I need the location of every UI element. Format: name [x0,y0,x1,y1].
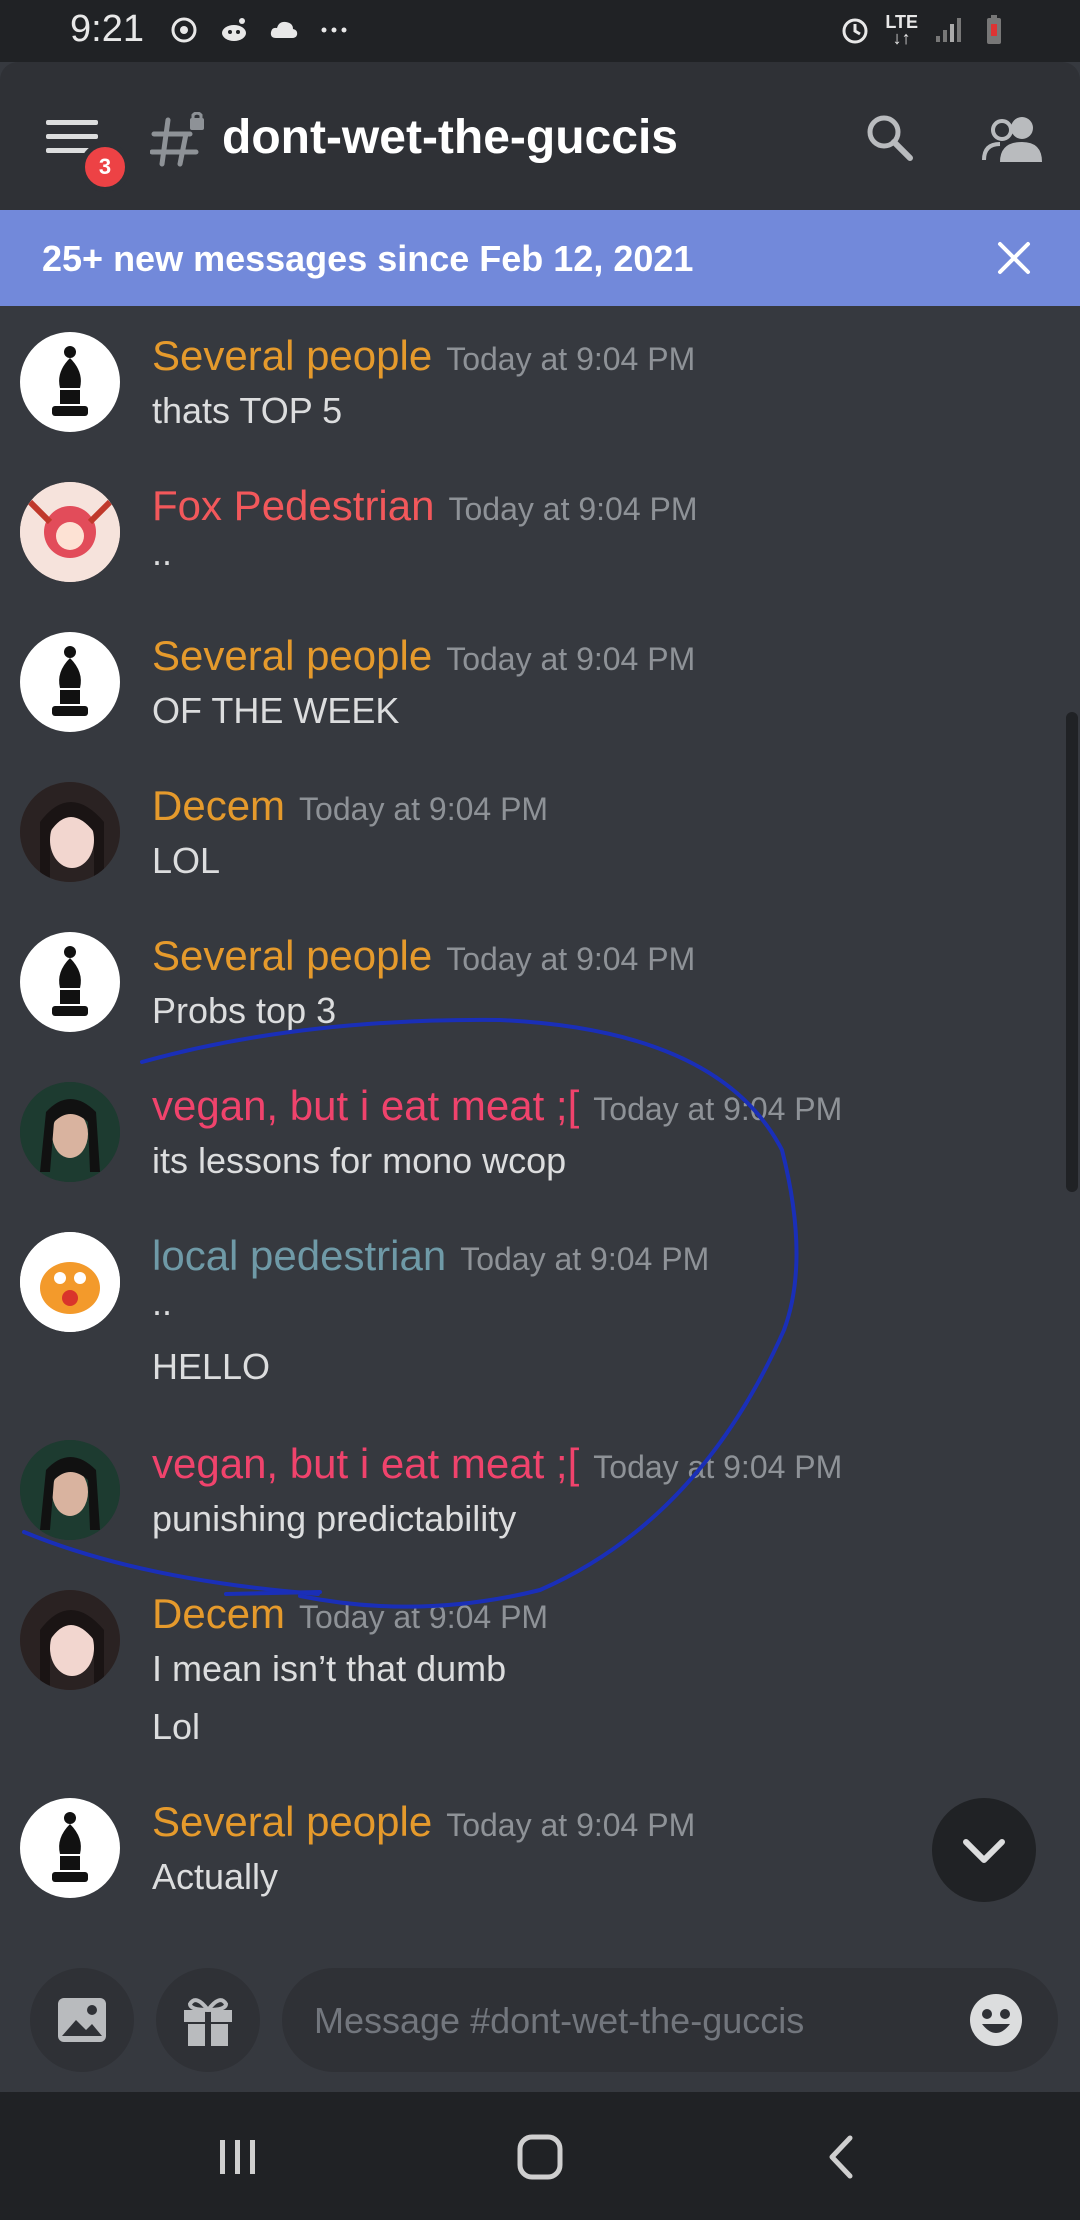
avatar[interactable] [20,632,120,732]
message-text: Probs top 3 [152,990,337,1031]
message-timestamp: Today at 9:04 PM [446,1807,696,1843]
photo-woman-avatar [20,1440,120,1540]
message-author[interactable]: local pedestrian Today at 9:04 PM [152,1232,709,1280]
chat-window: 3 dont-wet-the-guccis 25+ new messages s… [0,62,1080,2092]
avatar[interactable] [20,932,120,1032]
system-nav-bar [0,2092,1080,2220]
alarm-icon [842,18,868,44]
message-text: OF THE WEEK [152,690,400,731]
message-author[interactable]: vegan, but i eat meat ;[Today at 9:04 PM [152,1082,842,1130]
message-text: Lol [152,1706,201,1747]
message-text: Actually [152,1856,279,1897]
signal-icon [936,18,961,42]
avatar[interactable] [20,332,120,432]
back-icon[interactable] [812,2132,872,2182]
locked-hashtag-icon [150,112,204,167]
photo-woman-avatar [20,1082,120,1182]
message-timestamp: Today at 9:04 PM [593,1091,843,1127]
message-timestamp: Today at 9:04 PM [460,1241,710,1277]
message-timestamp: Today at 9:04 PM [446,941,696,977]
photo-girl-avatar [20,1590,120,1690]
message-text: its lessons for mono wcop [152,1140,567,1181]
message-text: I mean isn’t that dumb [152,1648,507,1689]
message-author[interactable]: Several people Today at 9:04 PM [152,632,695,680]
message-timestamp: Today at 9:04 PM [448,491,698,527]
message-input[interactable]: Message #dont-wet-the-guccis [282,1968,1058,2072]
new-messages-text: 25+ new messages since Feb 12, 2021 [42,238,694,279]
avatar[interactable] [20,1798,120,1898]
status-left-icons [168,10,350,50]
message-text: LOL [152,840,221,881]
image-upload-icon [58,1998,106,2042]
message-text: .. [152,1282,173,1323]
avatar[interactable] [20,782,120,882]
message-input-placeholder: Message #dont-wet-the-guccis [314,2000,805,2041]
avatar[interactable] [20,1082,120,1182]
gift-icon [184,1998,232,2046]
chess-bishop-icon [52,646,88,716]
cloud-icon [270,21,298,38]
message-author[interactable]: Fox Pedestrian Today at 9:04 PM [152,482,698,530]
cartoon-dragon-avatar [20,1232,120,1332]
chess-bishop-icon [52,946,88,1016]
members-icon[interactable] [982,110,1044,170]
status-bar: 9:21 LTE ↓↑ [0,0,1080,62]
jump-to-bottom-button[interactable] [932,1798,1036,1902]
lte-indicator: LTE ↓↑ [885,12,918,48]
channel-title: dont-wet-the-guccis [222,111,678,164]
close-icon[interactable] [994,238,1034,278]
chess-bishop-icon [52,346,88,416]
sync-icon [171,17,197,43]
emoji-icon[interactable] [968,1992,1024,2048]
message-text: .. [152,532,173,573]
new-messages-banner[interactable]: 25+ new messages since Feb 12, 2021 [0,210,1080,306]
home-icon[interactable] [510,2132,570,2182]
recent-apps-icon[interactable] [208,2132,268,2182]
message-author[interactable]: Several people Today at 9:04 PM [152,932,695,980]
message-timestamp: Today at 9:04 PM [299,791,549,827]
reddit-icon [222,18,246,41]
message-text: thats TOP 5 [152,390,343,431]
search-icon[interactable] [862,110,918,166]
message-text: HELLO [152,1346,271,1387]
message-timestamp: Today at 9:04 PM [299,1599,549,1635]
message-author[interactable]: Several people Today at 9:04 PM [152,1798,695,1846]
avatar[interactable] [20,1590,120,1690]
message-author[interactable]: Decem Today at 9:04 PM [152,782,548,830]
chevron-down-icon [963,1839,1005,1863]
channel-header: 3 dont-wet-the-guccis [0,62,1080,210]
message-timestamp: Today at 9:04 PM [593,1449,843,1485]
message-timestamp: Today at 9:04 PM [446,641,696,677]
image-upload-button[interactable] [30,1968,134,2072]
chess-bishop-icon [52,1812,88,1882]
gift-button[interactable] [156,1968,260,2072]
photo-girl-avatar [20,782,120,882]
message-author[interactable]: Several people Today at 9:04 PM [152,332,695,380]
more-dots-icon [321,27,347,33]
anime-girl-avatar [20,482,120,582]
scrollbar[interactable] [1066,712,1078,1192]
message-author[interactable]: Decem Today at 9:04 PM [152,1590,548,1638]
notification-badge: 3 [80,142,130,192]
avatar[interactable] [20,482,120,582]
status-time: 9:21 [70,8,144,50]
avatar[interactable] [20,1232,120,1332]
avatar[interactable] [20,1440,120,1540]
battery-icon [987,15,1001,44]
message-timestamp: Today at 9:04 PM [446,341,696,377]
message-text: punishing predictability [152,1498,517,1539]
message-author[interactable]: vegan, but i eat meat ;[Today at 9:04 PM [152,1440,842,1488]
status-right-icons: LTE ↓↑ [839,10,1010,50]
